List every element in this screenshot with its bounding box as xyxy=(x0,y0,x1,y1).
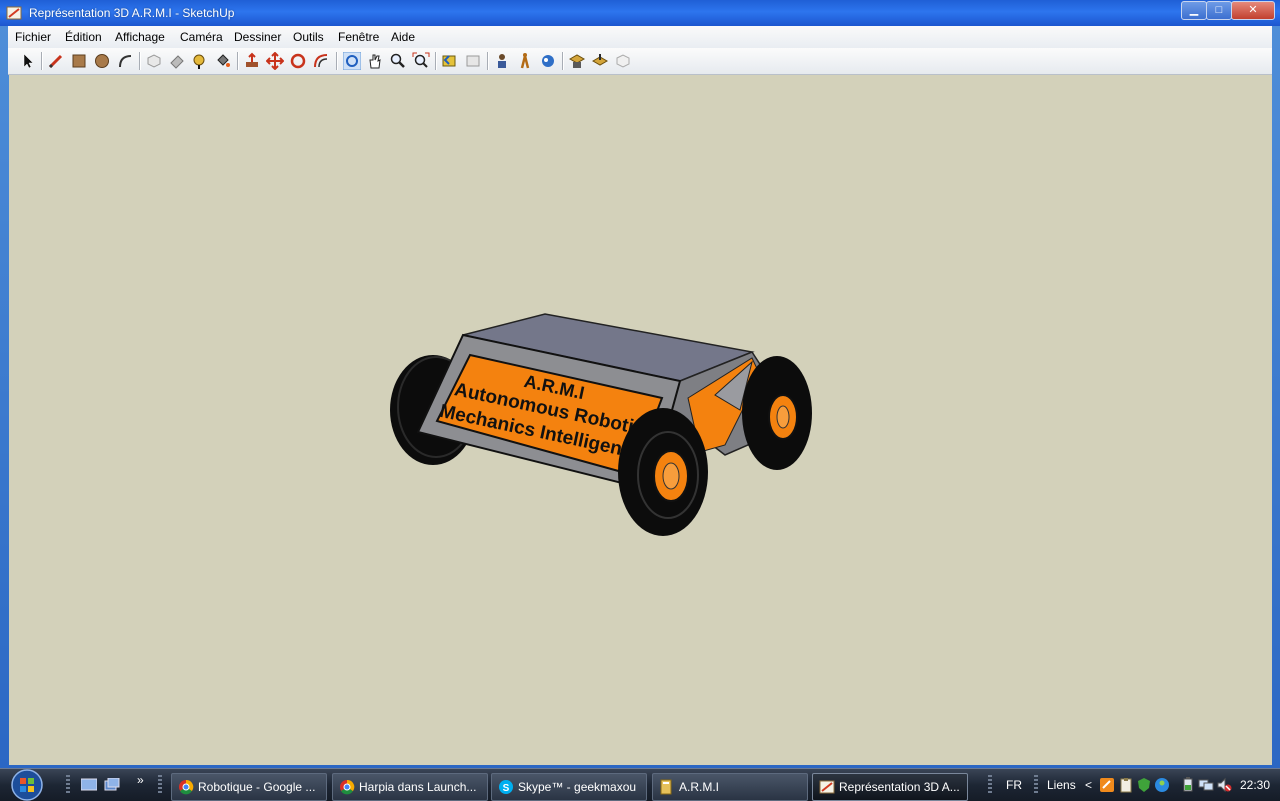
task-skype[interactable]: S Skype™ - geekmaxou xyxy=(491,773,647,801)
task-armi-folder[interactable]: A.R.M.I xyxy=(652,773,808,801)
chrome-icon xyxy=(340,779,355,795)
get-models-icon[interactable] xyxy=(568,52,586,70)
sketchup-app-icon xyxy=(6,6,22,20)
links-toolbar[interactable]: Liens xyxy=(1047,778,1076,792)
task-robotique-chrome[interactable]: Robotique - Google ... xyxy=(171,773,327,801)
minimize-icon: ▁ xyxy=(1189,4,1199,16)
toolbar-separator xyxy=(562,52,564,70)
look-around-icon[interactable] xyxy=(539,52,557,70)
next-view-icon[interactable] xyxy=(464,52,482,70)
tray-network-icon[interactable] xyxy=(1198,777,1214,793)
task-label: Skype™ - geekmaxou xyxy=(518,780,637,794)
position-camera-icon[interactable] xyxy=(493,52,511,70)
menu-fenetre[interactable]: Fenêtre xyxy=(338,30,379,44)
drawing-area[interactable]: A.R.M.I Autonomous Robotic Mechanics Int… xyxy=(9,75,1272,765)
main-toolbar xyxy=(8,48,1272,75)
toolbar-separator xyxy=(435,52,437,70)
offset-icon[interactable] xyxy=(312,52,330,70)
toolbar-separator xyxy=(139,52,141,70)
toolbar-separator xyxy=(487,52,489,70)
menu-affichage[interactable]: Affichage xyxy=(115,30,165,44)
task-label: Harpia dans Launch... xyxy=(359,780,477,794)
tray-power-icon[interactable] xyxy=(1180,777,1196,793)
back-right-wheel xyxy=(742,356,812,470)
robot-model[interactable]: A.R.M.I Autonomous Robotic Mechanics Int… xyxy=(9,75,1272,765)
rectangle-icon[interactable] xyxy=(70,52,88,70)
paint-bucket-icon[interactable] xyxy=(214,52,232,70)
title-bar[interactable]: Représentation 3D A.R.M.I - SketchUp ▁ □… xyxy=(0,0,1280,26)
rotate-icon[interactable] xyxy=(289,52,307,70)
menu-edition[interactable]: Édition xyxy=(65,30,102,44)
task-sketchup[interactable]: Représentation 3D A... xyxy=(812,773,968,801)
minimize-button[interactable]: ▁ xyxy=(1181,1,1207,20)
menu-dessiner[interactable]: Dessiner xyxy=(234,30,281,44)
taskbar-grip[interactable] xyxy=(66,775,70,795)
close-button[interactable]: ✕ xyxy=(1231,1,1275,20)
task-label: A.R.M.I xyxy=(679,780,720,794)
tray-volume-muted-icon[interactable] xyxy=(1216,777,1232,793)
arc-icon[interactable] xyxy=(116,52,134,70)
start-button[interactable] xyxy=(8,769,46,801)
menu-fichier[interactable]: Fichier xyxy=(15,30,51,44)
tray-security-icon[interactable] xyxy=(1136,777,1152,793)
toolbar-separator xyxy=(336,52,338,70)
share-model-icon[interactable] xyxy=(591,52,609,70)
front-right-wheel xyxy=(618,408,708,536)
previous-view-icon[interactable] xyxy=(441,52,459,70)
menu-camera[interactable]: Caméra xyxy=(180,30,223,44)
task-label: Représentation 3D A... xyxy=(839,780,960,794)
sketchup-icon xyxy=(819,780,835,794)
chrome-icon xyxy=(179,779,194,795)
pan-icon[interactable] xyxy=(366,52,384,70)
svg-text:S: S xyxy=(503,783,510,794)
tray-app-icon[interactable] xyxy=(1099,777,1115,793)
task-harpia-chrome[interactable]: Harpia dans Launch... xyxy=(332,773,488,801)
task-label: Robotique - Google ... xyxy=(198,780,316,794)
menu-aide[interactable]: Aide xyxy=(391,30,415,44)
taskbar: » Robotique - Google ... Harpia dans Lau… xyxy=(0,768,1280,801)
tray-expand-chevron[interactable]: < xyxy=(1085,778,1092,792)
component-icon[interactable] xyxy=(614,52,632,70)
zoom-extents-icon[interactable] xyxy=(412,52,430,70)
switch-windows-icon[interactable] xyxy=(104,778,120,792)
make-component-icon[interactable] xyxy=(145,52,163,70)
orbit-icon[interactable] xyxy=(343,52,361,70)
language-indicator[interactable]: FR xyxy=(1006,778,1022,792)
maximize-icon: □ xyxy=(1215,4,1223,16)
tape-measure-icon[interactable] xyxy=(191,52,209,70)
zoom-icon[interactable] xyxy=(389,52,407,70)
toolbar-separator xyxy=(41,52,43,70)
push-pull-icon[interactable] xyxy=(243,52,261,70)
taskbar-grip[interactable] xyxy=(1034,775,1038,795)
pencil-icon[interactable] xyxy=(47,52,65,70)
taskbar-grip[interactable] xyxy=(988,775,992,795)
taskbar-grip[interactable] xyxy=(158,775,162,795)
sketchup-window: Représentation 3D A.R.M.I - SketchUp ▁ □… xyxy=(0,0,1280,768)
quick-launch-more[interactable]: » xyxy=(137,773,144,787)
toolbar-separator xyxy=(237,52,239,70)
tray-messenger-icon[interactable] xyxy=(1154,777,1170,793)
skype-icon: S xyxy=(499,780,513,794)
show-desktop-icon[interactable] xyxy=(81,778,97,792)
tray-clipboard-icon[interactable] xyxy=(1118,777,1134,793)
walk-icon[interactable] xyxy=(516,52,534,70)
circle-icon[interactable] xyxy=(93,52,111,70)
menu-bar: Fichier Édition Affichage Caméra Dessine… xyxy=(8,26,1272,49)
folder-icon xyxy=(660,779,672,795)
window-title: Représentation 3D A.R.M.I - SketchUp xyxy=(29,6,235,20)
menu-outils[interactable]: Outils xyxy=(293,30,324,44)
select-icon[interactable] xyxy=(19,52,37,70)
move-icon[interactable] xyxy=(266,52,284,70)
eraser-icon[interactable] xyxy=(168,52,186,70)
clock[interactable]: 22:30 xyxy=(1240,778,1270,792)
maximize-button[interactable]: □ xyxy=(1206,1,1232,20)
close-icon: ✕ xyxy=(1248,4,1258,16)
